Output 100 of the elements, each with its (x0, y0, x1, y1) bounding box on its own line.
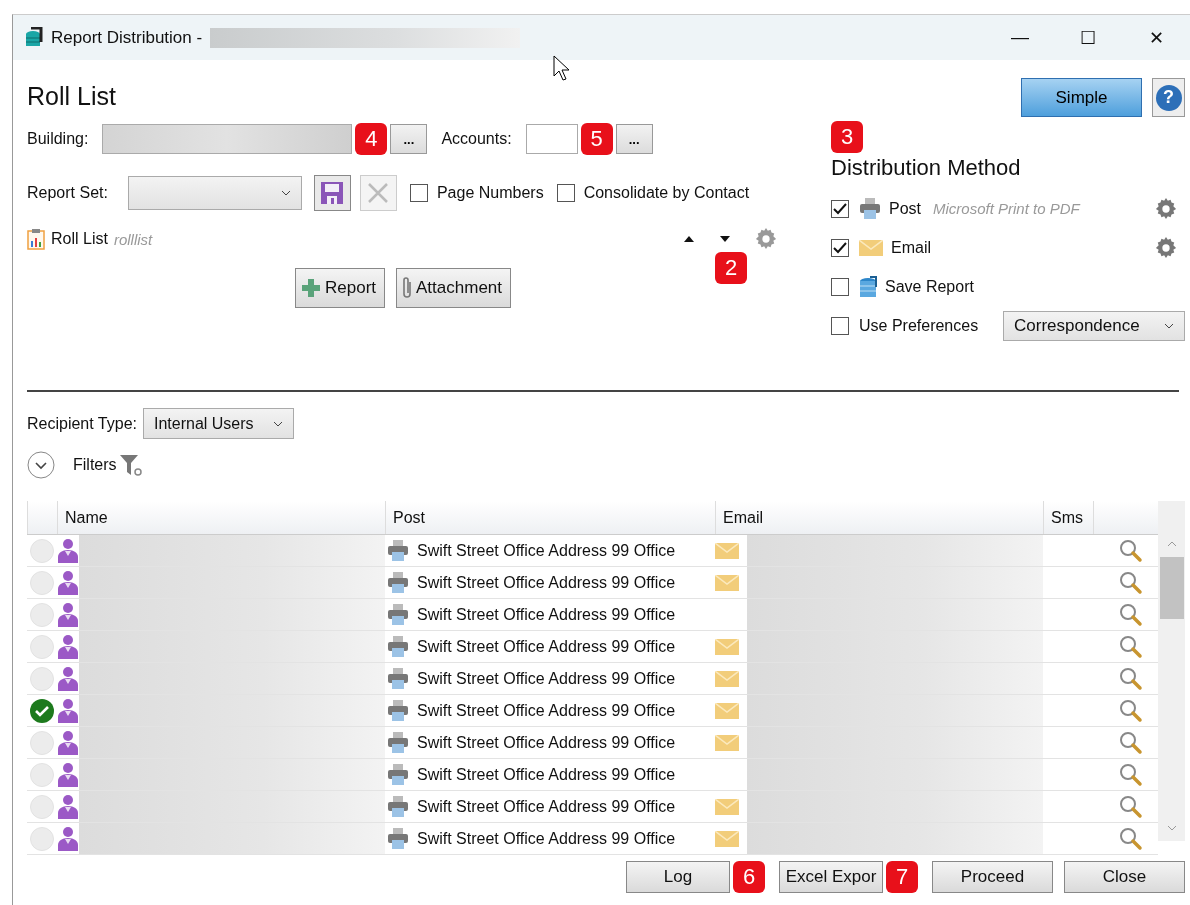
window-title: Report Distribution - (51, 27, 203, 48)
move-up-icon[interactable] (683, 235, 695, 243)
user-icon (57, 794, 79, 819)
action-button[interactable]: Close (1064, 861, 1185, 893)
printer-icon (387, 636, 409, 657)
checkbox[interactable] (831, 277, 849, 296)
method-label: Post (889, 199, 921, 218)
building-field[interactable] (102, 124, 353, 154)
report-code: rolllist (113, 230, 153, 248)
action-button[interactable]: Proceed (932, 861, 1053, 893)
building-label: Building: (27, 130, 89, 148)
checkbox[interactable] (556, 184, 575, 202)
report-set-dropdown[interactable] (127, 176, 302, 210)
printer-icon (387, 668, 409, 689)
simple-button[interactable]: Simple (1021, 78, 1142, 117)
settings-icon[interactable] (1155, 236, 1177, 259)
address-text: Swift Street Office Address 99 Office (417, 765, 676, 784)
filters-label: Filters (73, 456, 117, 474)
search-icon[interactable] (1118, 794, 1143, 819)
address-text: Swift Street Office Address 99 Office (417, 573, 676, 592)
add-attachment-button[interactable]: Attachment (396, 268, 512, 308)
settings-icon[interactable] (1155, 197, 1177, 220)
option-label: Consolidate by Contact (583, 184, 750, 202)
method-label: Email (891, 238, 931, 257)
user-icon (57, 538, 79, 563)
scrollbar[interactable] (1158, 501, 1185, 841)
printer-icon (387, 796, 409, 817)
user-icon (57, 730, 79, 755)
page-heading: Roll List (27, 82, 117, 111)
printer-icon (387, 700, 409, 721)
filter-icon[interactable] (118, 453, 143, 477)
column-header[interactable]: Sms (1043, 501, 1093, 534)
window-control-button[interactable]: — (986, 15, 1054, 60)
printer-icon (387, 540, 409, 561)
checkbox[interactable] (831, 238, 849, 257)
printer-name: Microsoft Print to PDF (933, 200, 1080, 217)
settings-icon[interactable] (755, 228, 777, 250)
scroll-down-icon[interactable] (1166, 825, 1177, 831)
save-button[interactable] (313, 175, 351, 211)
scrollbar-thumb[interactable] (1159, 557, 1184, 619)
user-icon (57, 826, 79, 851)
checkbox[interactable] (831, 316, 849, 335)
method-label: Save Report (885, 277, 974, 296)
action-button[interactable]: Excel Expor (779, 861, 883, 893)
callout-badge: 7 (886, 861, 918, 893)
expand-toggle-icon[interactable] (27, 451, 55, 479)
help-button[interactable]: ? (1152, 78, 1185, 117)
search-icon[interactable] (1118, 730, 1143, 755)
browse-button[interactable]: ... (390, 124, 428, 154)
stack-icon (859, 275, 877, 298)
section-heading: Distribution Method (831, 155, 1022, 181)
report-name: Roll List (51, 230, 108, 248)
user-icon (57, 666, 79, 691)
search-icon[interactable] (1118, 666, 1143, 691)
report-icon (27, 228, 45, 250)
printer-icon (387, 604, 409, 625)
search-icon[interactable] (1118, 570, 1143, 595)
callout-badge: 2 (715, 252, 747, 284)
checkbox[interactable] (409, 184, 428, 202)
browse-button[interactable]: ... (615, 124, 653, 154)
address-text: Swift Street Office Address 99 Office (417, 701, 676, 720)
window-control-button[interactable]: ☐ (1054, 15, 1122, 60)
move-down-icon[interactable] (719, 235, 731, 243)
printer-icon (387, 828, 409, 849)
database-icon (25, 26, 43, 49)
report-set-label: Report Set: (27, 184, 108, 202)
checkbox[interactable] (831, 199, 849, 218)
column-header[interactable]: Post (385, 501, 715, 534)
search-icon[interactable] (1118, 634, 1143, 659)
printer-icon (387, 764, 409, 785)
search-icon[interactable] (1118, 762, 1143, 787)
printer-icon (387, 572, 409, 593)
scroll-up-icon[interactable] (1166, 541, 1177, 547)
search-icon[interactable] (1118, 602, 1143, 627)
column-header[interactable]: Email (715, 501, 1043, 534)
user-icon (57, 602, 79, 627)
user-icon (57, 762, 79, 787)
search-icon[interactable] (1118, 698, 1143, 723)
action-button[interactable]: Log (626, 861, 730, 893)
column-header[interactable]: Name (57, 501, 385, 534)
window-control-button[interactable]: ✕ (1122, 15, 1190, 60)
callout-badge: 4 (355, 123, 388, 155)
address-text: Swift Street Office Address 99 Office (417, 829, 676, 848)
accounts-field[interactable] (525, 124, 578, 154)
search-icon[interactable] (1118, 826, 1143, 851)
user-icon (57, 570, 79, 595)
caret-icon (1164, 322, 1174, 329)
add-report-button[interactable]: Report (295, 268, 386, 308)
delete-button[interactable] (359, 175, 397, 211)
preferences-dropdown[interactable]: Correspondence (1003, 310, 1185, 341)
search-icon[interactable] (1118, 538, 1143, 563)
address-text: Swift Street Office Address 99 Office (417, 541, 676, 560)
callout-badge: 3 (831, 121, 863, 153)
printer-icon (387, 732, 409, 753)
address-text: Swift Street Office Address 99 Office (417, 797, 676, 816)
callout-badge: 5 (580, 123, 613, 155)
close-icon (366, 181, 391, 205)
address-text: Swift Street Office Address 99 Office (417, 669, 676, 688)
caret-icon (280, 190, 291, 196)
recipient-type-dropdown[interactable]: Internal Users (143, 408, 294, 439)
